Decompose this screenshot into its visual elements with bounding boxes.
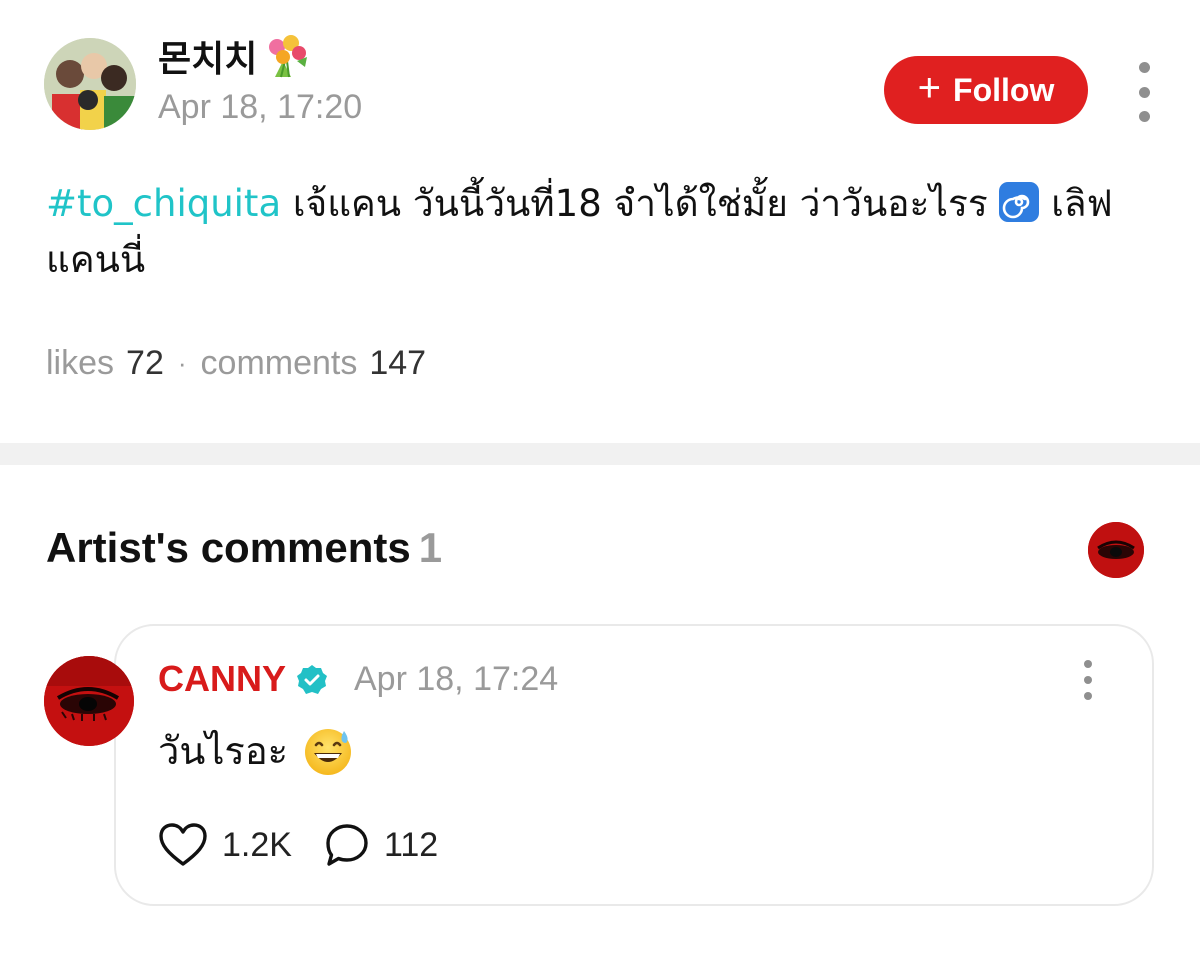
more-vertical-icon[interactable] (1126, 62, 1162, 122)
comment-reply-count[interactable]: 112 (384, 826, 438, 865)
author-avatar[interactable] (44, 38, 136, 130)
post-text-part1: เจ้แคน วันนี้วันที่18 จำได้ใช่มั้ย ว่าวั… (281, 182, 1000, 225)
artist-comments-count: 1 (418, 524, 443, 571)
post-timestamp: Apr 18, 17:20 (158, 88, 363, 126)
likes-label[interactable]: likes (46, 344, 114, 383)
author-name-text[interactable]: 몬치치 (158, 30, 257, 82)
plus-icon: + (917, 66, 942, 110)
verified-badge-icon (296, 663, 328, 695)
commenter-name-text[interactable]: CANNY (158, 658, 286, 700)
commenter-avatar[interactable] (44, 656, 134, 746)
artist-comments-heading: Artist's comments 1 (46, 524, 442, 572)
section-divider (0, 443, 1200, 465)
heart-icon[interactable] (158, 822, 208, 868)
comment-text: วันไรอะ (158, 720, 354, 781)
bouquet-icon (261, 31, 311, 81)
artist-comments-title: Artist's comments (46, 524, 411, 571)
grinning-sweat-emoji (302, 725, 354, 777)
likes-count[interactable]: 72 (126, 344, 164, 383)
reply-bubble-icon[interactable] (324, 822, 370, 868)
author-name[interactable]: 몬치치 (158, 30, 311, 82)
hashtag-link[interactable]: #to_chiquita (46, 182, 281, 225)
post-header: 몬치치 Apr 18, 17:20 + Follow (0, 0, 1200, 150)
comments-label[interactable]: comments (201, 344, 358, 383)
follow-button-label: Follow (953, 71, 1055, 108)
comment-actions: 1.2K 112 (158, 822, 438, 868)
spiral-icon (999, 182, 1040, 222)
artist-avatar-small[interactable] (1088, 522, 1144, 578)
comment-more-vertical-icon[interactable] (1076, 660, 1100, 700)
comments-count[interactable]: 147 (369, 344, 426, 383)
comment-text-content: วันไรอะ (158, 729, 289, 773)
post-stats: likes 72 · comments 147 (46, 344, 426, 383)
comment-like-count[interactable]: 1.2K (222, 826, 292, 865)
post-text: #to_chiquita เจ้แคน วันนี้วันที่18 จำได้… (46, 176, 1162, 288)
follow-button[interactable]: + Follow (884, 56, 1088, 124)
stats-separator: · (177, 348, 187, 378)
commenter-name[interactable]: CANNY (158, 658, 328, 700)
comment-timestamp: Apr 18, 17:24 (354, 660, 559, 698)
